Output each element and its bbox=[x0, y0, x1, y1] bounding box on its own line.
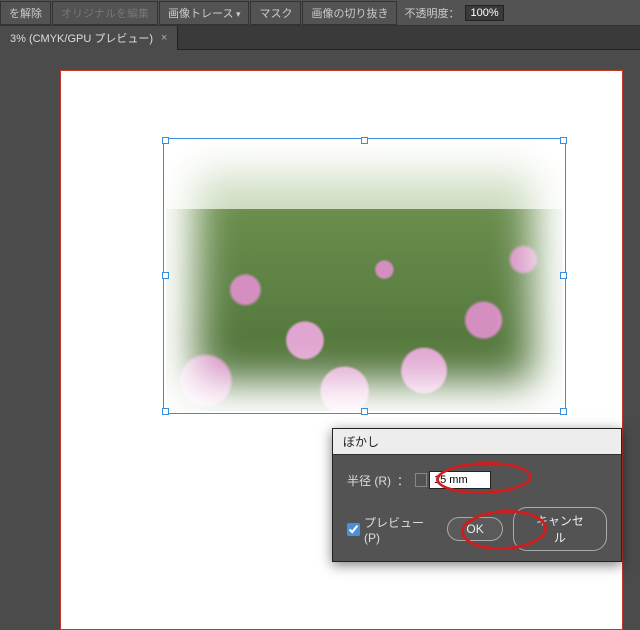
resize-handle-r[interactable] bbox=[560, 272, 567, 279]
resize-handle-tr[interactable] bbox=[560, 137, 567, 144]
resize-handle-l[interactable] bbox=[162, 272, 169, 279]
crop-image-button[interactable]: 画像の切り抜き bbox=[302, 1, 397, 25]
document-tab-title: 3% (CMYK/GPU プレビュー) bbox=[10, 30, 153, 46]
radius-row: 半径 (R) ： bbox=[347, 471, 607, 489]
radius-label: 半径 (R) bbox=[347, 472, 391, 489]
photo-content bbox=[166, 141, 563, 411]
preview-checkbox[interactable] bbox=[347, 523, 360, 536]
opacity-label: 不透明度： bbox=[398, 5, 465, 21]
placed-image[interactable] bbox=[166, 141, 563, 411]
resize-handle-br[interactable] bbox=[560, 408, 567, 415]
link-icon[interactable] bbox=[415, 473, 427, 487]
radius-input[interactable] bbox=[429, 471, 491, 489]
control-bar: を解除 オリジナルを編集 画像トレース マスク 画像の切り抜き 不透明度： 10… bbox=[0, 0, 640, 26]
feather-dialog: ぼかし 半径 (R) ： プレビュー (P) OK キャンセル bbox=[332, 428, 622, 562]
document-tab[interactable]: 3% (CMYK/GPU プレビュー) × bbox=[0, 26, 178, 50]
resize-handle-bl[interactable] bbox=[162, 408, 169, 415]
dialog-button-row: プレビュー (P) OK キャンセル bbox=[347, 507, 607, 551]
resize-handle-t[interactable] bbox=[361, 137, 368, 144]
release-link-button[interactable]: を解除 bbox=[0, 1, 51, 25]
mask-button[interactable]: マスク bbox=[250, 1, 301, 25]
dialog-title[interactable]: ぼかし bbox=[333, 429, 621, 455]
colon: ： bbox=[397, 472, 409, 489]
preview-checkbox-wrap[interactable]: プレビュー (P) bbox=[347, 514, 437, 545]
cancel-button[interactable]: キャンセル bbox=[513, 507, 607, 551]
image-trace-button[interactable]: 画像トレース bbox=[159, 1, 249, 25]
feather-vignette bbox=[166, 141, 563, 411]
close-tab-icon[interactable]: × bbox=[161, 32, 167, 44]
edit-original-button: オリジナルを編集 bbox=[52, 1, 158, 25]
resize-handle-b[interactable] bbox=[361, 408, 368, 415]
document-tabbar: 3% (CMYK/GPU プレビュー) × bbox=[0, 26, 640, 50]
opacity-value-field[interactable]: 100% bbox=[465, 5, 503, 21]
resize-handle-tl[interactable] bbox=[162, 137, 169, 144]
preview-label: プレビュー (P) bbox=[364, 514, 437, 545]
ok-button[interactable]: OK bbox=[447, 517, 502, 541]
